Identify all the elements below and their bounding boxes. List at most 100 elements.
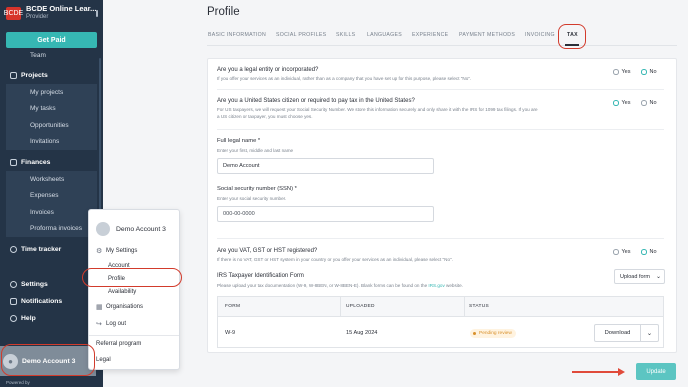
vat-no-radio[interactable]: No xyxy=(641,249,657,255)
section-divider xyxy=(217,89,664,90)
sidebar-item-team[interactable]: Team xyxy=(6,50,97,61)
menu-divider xyxy=(89,335,179,336)
logout-icon: ↪ xyxy=(96,321,102,328)
tabs-divider xyxy=(207,45,677,46)
column-header: STATUS xyxy=(469,304,490,309)
radio-label: No xyxy=(649,100,657,106)
radio-checked-icon xyxy=(641,69,647,75)
sidebar-item-my-tasks[interactable]: My tasks xyxy=(6,100,97,117)
ssn-help: Enter your social security number. xyxy=(217,196,287,201)
logout-item[interactable]: ↪ Log out xyxy=(96,320,126,328)
tab-social-profiles[interactable]: SOCIAL PROFILES xyxy=(276,32,336,38)
vat-question: Are you VAT, GST or HST registered? xyxy=(217,248,318,254)
radio-icon xyxy=(613,69,619,75)
radio-label: Yes xyxy=(621,69,631,75)
sidebar-group-finances[interactable]: Finances xyxy=(0,154,103,171)
bell-icon xyxy=(10,298,17,305)
update-button[interactable]: Update xyxy=(636,363,676,380)
irs-form-help: Please upload your tax documentation (W-… xyxy=(217,283,463,289)
section-divider xyxy=(217,129,664,130)
legal-name-input[interactable]: Demo Account xyxy=(217,158,434,174)
page-title: Profile xyxy=(207,6,240,18)
download-button[interactable]: Download ⌄ xyxy=(594,324,659,342)
chevron-down-icon[interactable]: ⌄ xyxy=(641,329,658,337)
ssn-label: Social security number (SSN) * xyxy=(217,186,297,192)
profile-tabs: BASIC INFORMATION SOCIAL PROFILES SKILLS… xyxy=(208,32,587,38)
menu-label: Log out xyxy=(106,321,127,327)
column-header: UPLOADED xyxy=(346,304,375,309)
gear-icon: ⚙ xyxy=(96,248,103,255)
building-icon: ▦ xyxy=(96,304,103,311)
popup-account-name: Demo Account 3 xyxy=(116,225,166,233)
sidebar-item-expenses[interactable]: Expenses xyxy=(6,187,97,204)
projects-icon xyxy=(10,72,17,79)
avatar-icon xyxy=(96,222,110,236)
tax-forms-table: FORM UPLOADED STATUS W-9 15 Aug 2024 Pen… xyxy=(217,296,664,348)
sidebar-item-proforma-invoices[interactable]: Proforma invoices xyxy=(6,220,97,237)
sidebar-item-opportunities[interactable]: Opportunities xyxy=(6,117,97,134)
help-icon xyxy=(10,315,17,322)
gear-icon xyxy=(10,281,17,288)
account-popup-menu: Demo Account 3 ⚙ My Settings Account Prof… xyxy=(88,209,180,370)
download-label: Download xyxy=(604,330,631,336)
sidebar-group-projects[interactable]: Projects xyxy=(0,67,103,84)
radio-label: Yes xyxy=(621,100,631,106)
status-dot-icon xyxy=(473,332,476,335)
sidebar-item-invitations[interactable]: Invitations xyxy=(6,133,97,150)
my-settings-item[interactable]: ⚙ My Settings xyxy=(96,247,137,255)
annotation-arrow xyxy=(572,371,622,373)
switch-workspace-icon[interactable] xyxy=(96,9,99,17)
annotation-tax-tab-highlight xyxy=(558,24,586,49)
ssn-input[interactable]: 000-00-0000 xyxy=(217,206,434,222)
tab-basic-information[interactable]: BASIC INFORMATION xyxy=(208,32,276,38)
vat-yes-radio[interactable]: Yes xyxy=(613,249,630,255)
form-cell: W-9 xyxy=(225,330,236,336)
legal-name-help: Enter your first, middle and last name xyxy=(217,148,294,153)
clock-icon xyxy=(10,246,17,253)
us-citizen-help-1: For US taxpayers, we will request your S… xyxy=(217,107,538,112)
irs-gov-link[interactable]: IRS.gov xyxy=(428,283,444,288)
legal-name-label: Full legal name * xyxy=(217,138,261,144)
us-citizen-help-2: a US citizen or taxpayer, you must choos… xyxy=(217,114,313,119)
tab-skills[interactable]: SKILLS xyxy=(336,32,367,38)
sidebar-group-label: Projects xyxy=(21,72,48,79)
brand-header[interactable]: BCDE BCDE Online Lear... Provider xyxy=(0,0,103,26)
sidebar-item-my-projects[interactable]: My projects xyxy=(6,84,97,101)
table-header xyxy=(218,297,663,317)
us-citizen-question: Are you a United States citizen or requi… xyxy=(217,98,415,104)
get-paid-button[interactable]: Get Paid xyxy=(6,32,97,48)
brand-role: Provider xyxy=(26,14,49,20)
sidebar-group-label: Help xyxy=(21,315,36,322)
vat-help: If there is no VAT, GST or HST system in… xyxy=(217,257,453,262)
irs-form-label: IRS Taxpayer Identification Form xyxy=(217,273,304,279)
us-citizen-yes-radio[interactable]: Yes xyxy=(613,100,630,106)
tab-experience[interactable]: EXPERIENCE xyxy=(412,32,459,38)
select-value: Upload form xyxy=(620,273,650,280)
column-divider xyxy=(464,297,465,317)
referral-program-item[interactable]: Referral program xyxy=(96,341,141,347)
organisations-item[interactable]: ▦ Organisations xyxy=(96,303,143,311)
annotation-arrow-head-icon xyxy=(618,368,625,376)
sidebar-group-label: Notifications xyxy=(21,298,63,305)
upload-form-select[interactable]: Upload form ⌄ xyxy=(614,269,665,284)
radio-checked-icon xyxy=(641,249,647,255)
sidebar-group-label: Settings xyxy=(21,281,48,288)
sidebar-item-worksheets[interactable]: Worksheets xyxy=(6,171,97,188)
tab-languages[interactable]: LANGUAGES xyxy=(367,32,412,38)
powered-by: Powered by xyxy=(6,380,30,385)
legal-entity-no-radio[interactable]: No xyxy=(641,69,657,75)
uploaded-cell: 15 Aug 2024 xyxy=(346,330,378,336)
legal-entity-question: Are you a legal entity or incorporated? xyxy=(217,67,319,73)
tab-payment-methods[interactable]: PAYMENT METHODS xyxy=(459,32,525,38)
menu-label: Organisations xyxy=(106,304,144,310)
radio-label: No xyxy=(649,69,657,75)
legal-entity-help: If you offer your services as an individ… xyxy=(217,76,472,81)
chevron-down-icon: ⌄ xyxy=(655,274,661,280)
sidebar-item-invoices[interactable]: Invoices xyxy=(6,204,97,221)
menu-label: My Settings xyxy=(106,248,138,254)
radio-checked-icon xyxy=(613,100,619,106)
legal-item[interactable]: Legal xyxy=(96,357,111,363)
us-citizen-no-radio[interactable]: No xyxy=(641,100,657,106)
legal-entity-yes-radio[interactable]: Yes xyxy=(613,69,630,75)
availability-item[interactable]: Availability xyxy=(108,289,136,295)
